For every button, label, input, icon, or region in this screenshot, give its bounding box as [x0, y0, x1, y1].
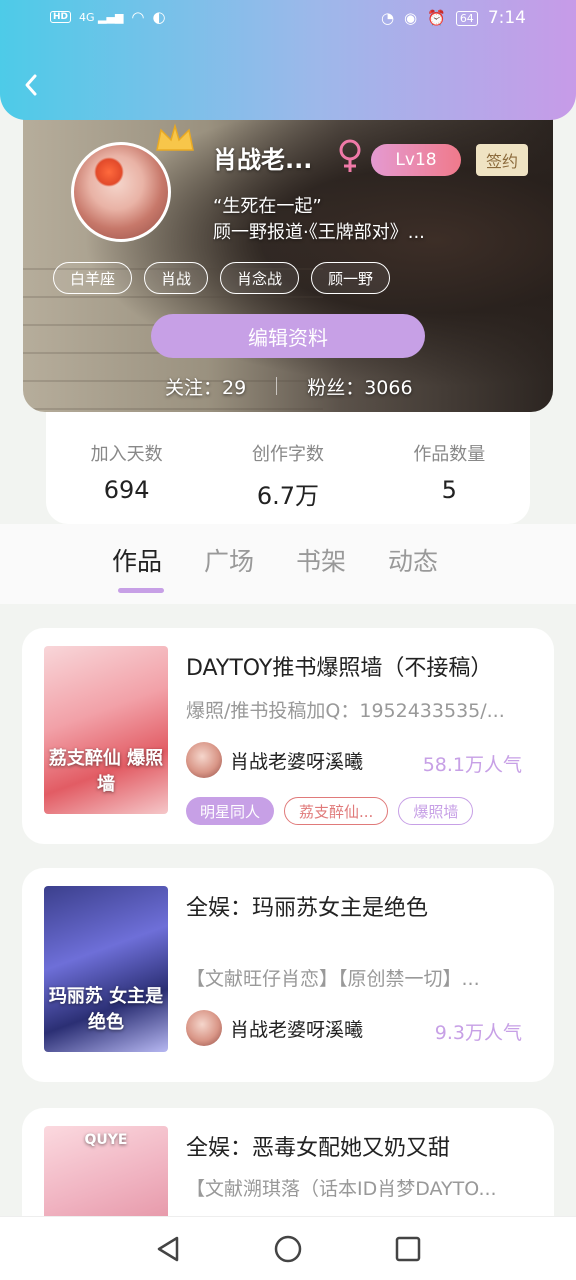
stat-works-count: 作品数量 5 [379, 440, 519, 524]
network-type: 4G [79, 10, 95, 24]
signed-badge: 签约 [476, 144, 528, 176]
stat-value: 694 [103, 476, 150, 504]
follow-stats: 关注：29 粉丝：3066 [165, 373, 413, 400]
divider [276, 377, 278, 395]
work-description: 【文献旺仔肖恋】【原创禁一切】... [186, 968, 480, 990]
alarm-icon: ⏰ [427, 9, 446, 27]
work-tags: 明星同人 荔支醉仙... 爆照墙 [186, 797, 474, 825]
recents-square-icon[interactable] [393, 1234, 423, 1264]
work-title[interactable]: 全娱：玛丽苏女主是绝色 [186, 890, 536, 922]
signal-icon: 4G ▂▄▆ [79, 10, 124, 24]
cover-title: 玛丽苏 女主是绝色 [48, 986, 164, 1033]
avatar[interactable] [71, 142, 171, 242]
tab-bookshelf[interactable]: 书架 [296, 542, 346, 578]
hd-indicator: HD [50, 11, 72, 23]
author-info: 肖战老婆呀溪曦 [186, 742, 363, 778]
tag-chip[interactable]: 肖念战 [220, 262, 300, 294]
eye-icon: ◉ [404, 9, 418, 27]
back-button[interactable] [16, 70, 46, 100]
stat-word-count: 创作字数 6.7万 [218, 440, 358, 524]
tag-chip[interactable]: 顾一野 [311, 262, 391, 294]
edit-profile-button[interactable]: 编辑资料 [151, 314, 425, 358]
work-card[interactable]: 荔支醉仙 爆照墙 DAYTOY推书爆照墙（不接稿） 爆照/推书投稿加Q：1952… [22, 628, 554, 844]
battery-icon: 64 [455, 10, 478, 26]
dnd-icon: ◔ [380, 9, 395, 27]
stat-value: 6.7万 [256, 482, 320, 510]
level-badge: Lv18 [371, 144, 461, 176]
status-bar: HD 4G ▂▄▆ ◠ ◐ ◔ ◉ ⏰ 64 7:14 [0, 8, 576, 32]
profile-tags: 白羊座 肖战 肖念战 顾一野 [53, 262, 391, 294]
tag-chip[interactable]: 爆照墙 [398, 797, 474, 825]
work-card[interactable]: 玛丽苏 女主是绝色 全娱：玛丽苏女主是绝色 【文献旺仔肖恋】【原创禁一切】...… [22, 868, 554, 1082]
work-description: 【文献溯琪落（话本ID肖梦DAYTO... [186, 1178, 497, 1200]
back-arrow-icon [25, 74, 37, 96]
following-count[interactable]: 关注：29 [165, 373, 246, 400]
tabs-bar: 作品 广场 书架 动态 [0, 524, 576, 604]
tag-chip[interactable]: 肖战 [144, 262, 209, 294]
book-cover[interactable]: 玛丽苏 女主是绝色 [44, 886, 168, 1052]
tab-square[interactable]: 广场 [204, 542, 254, 578]
author-avatar [186, 1010, 222, 1046]
header-bar: HD 4G ▂▄▆ ◠ ◐ ◔ ◉ ⏰ 64 7:14 [0, 0, 576, 120]
app-notification-icon: ◐ [152, 8, 166, 26]
tag-chip[interactable]: 明星同人 [186, 797, 275, 825]
stat-join-days: 加入天数 694 [57, 440, 197, 524]
followers-count[interactable]: 粉丝：3066 [307, 373, 412, 400]
profile-banner: 肖战老... Lv18 签约 “生死在一起” 顾一野报道·《王牌部对》... 白… [23, 100, 553, 412]
book-cover[interactable]: 荔支醉仙 爆照墙 [44, 646, 168, 814]
popularity: 9.3万人气 [434, 1022, 522, 1044]
clock: 7:14 [487, 8, 526, 28]
work-title[interactable]: 全娱：恶毒女配她又奶又甜 [186, 1130, 536, 1162]
cover-title: QUYE [84, 1132, 128, 1148]
creator-stats-card: 加入天数 694 创作字数 6.7万 作品数量 5 [46, 404, 530, 524]
stat-label: 创作字数 [251, 444, 324, 465]
tab-works[interactable]: 作品 [112, 542, 165, 593]
home-circle-icon[interactable] [273, 1234, 303, 1264]
tab-activity[interactable]: 动态 [388, 542, 438, 578]
wifi-icon: ◠ [131, 8, 145, 26]
author-name: 肖战老婆呀溪曦 [230, 1018, 364, 1041]
tag-chip[interactable]: 白羊座 [53, 262, 133, 294]
bio-line-2: 顾一野报道·《王牌部对》... [213, 222, 425, 243]
user-name: 肖战老... [213, 146, 313, 174]
crown-icon [156, 123, 194, 151]
popularity: 58.1万人气 [422, 754, 522, 776]
cover-title: 荔支醉仙 爆照墙 [48, 748, 164, 795]
author-name: 肖战老婆呀溪曦 [230, 750, 364, 773]
back-triangle-icon[interactable] [153, 1234, 183, 1264]
stat-label: 作品数量 [413, 444, 486, 465]
work-title[interactable]: DAYTOY推书爆照墙（不接稿） [186, 650, 536, 682]
bio-line-1: “生死在一起” [213, 196, 322, 217]
author-info: 肖战老婆呀溪曦 [186, 1010, 363, 1046]
author-avatar [186, 742, 222, 778]
tag-chip[interactable]: 荔支醉仙... [284, 797, 389, 825]
work-description: 爆照/推书投稿加Q：1952433535/... [186, 700, 505, 722]
female-gender-icon [339, 139, 361, 172]
stat-label: 加入天数 [90, 444, 163, 465]
system-navigation-bar [0, 1216, 576, 1280]
stat-value: 5 [441, 476, 457, 504]
